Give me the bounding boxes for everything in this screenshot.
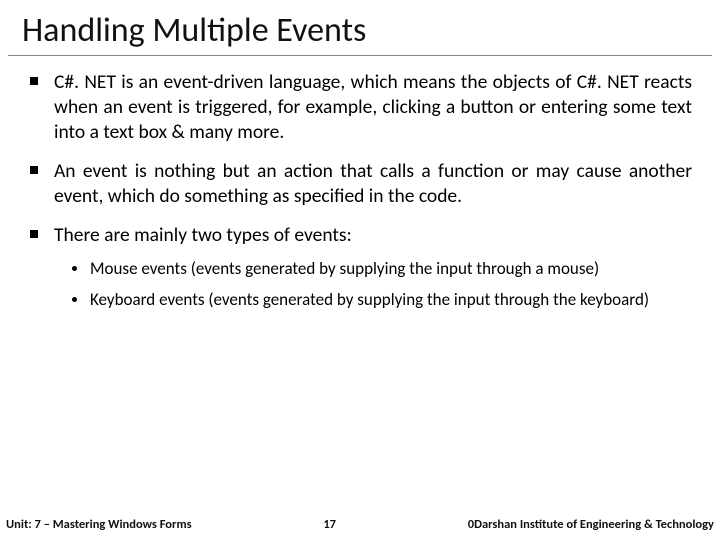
bullet-item: C#. NET is an event-driven language, whi… — [28, 70, 692, 145]
footer-page-number: 17 — [323, 517, 336, 532]
page-title: Handling Multiple Events — [8, 0, 712, 56]
bullet-item: An event is nothing but an action that c… — [28, 159, 692, 209]
sub-bullet-item: Keyboard events (events generated by sup… — [72, 289, 692, 310]
bullet-text: There are mainly two types of events: — [54, 223, 352, 247]
main-bullet-list: C#. NET is an event-driven language, whi… — [28, 70, 692, 310]
slide: Handling Multiple Events C#. NET is an e… — [0, 0, 720, 540]
footer-unit: Unit: 7 – Mastering Windows Forms — [6, 517, 192, 532]
sub-bullet-item: Mouse events (events generated by supply… — [72, 258, 692, 279]
slide-content: C#. NET is an event-driven language, whi… — [0, 56, 720, 512]
bullet-item: There are mainly two types of events: Mo… — [28, 223, 692, 310]
footer-institute: 0Darshan Institute of Engineering & Tech… — [468, 517, 714, 532]
sub-bullet-list: Mouse events (events generated by supply… — [54, 258, 692, 311]
slide-footer: Unit: 7 – Mastering Windows Forms 17 0Da… — [0, 512, 720, 540]
